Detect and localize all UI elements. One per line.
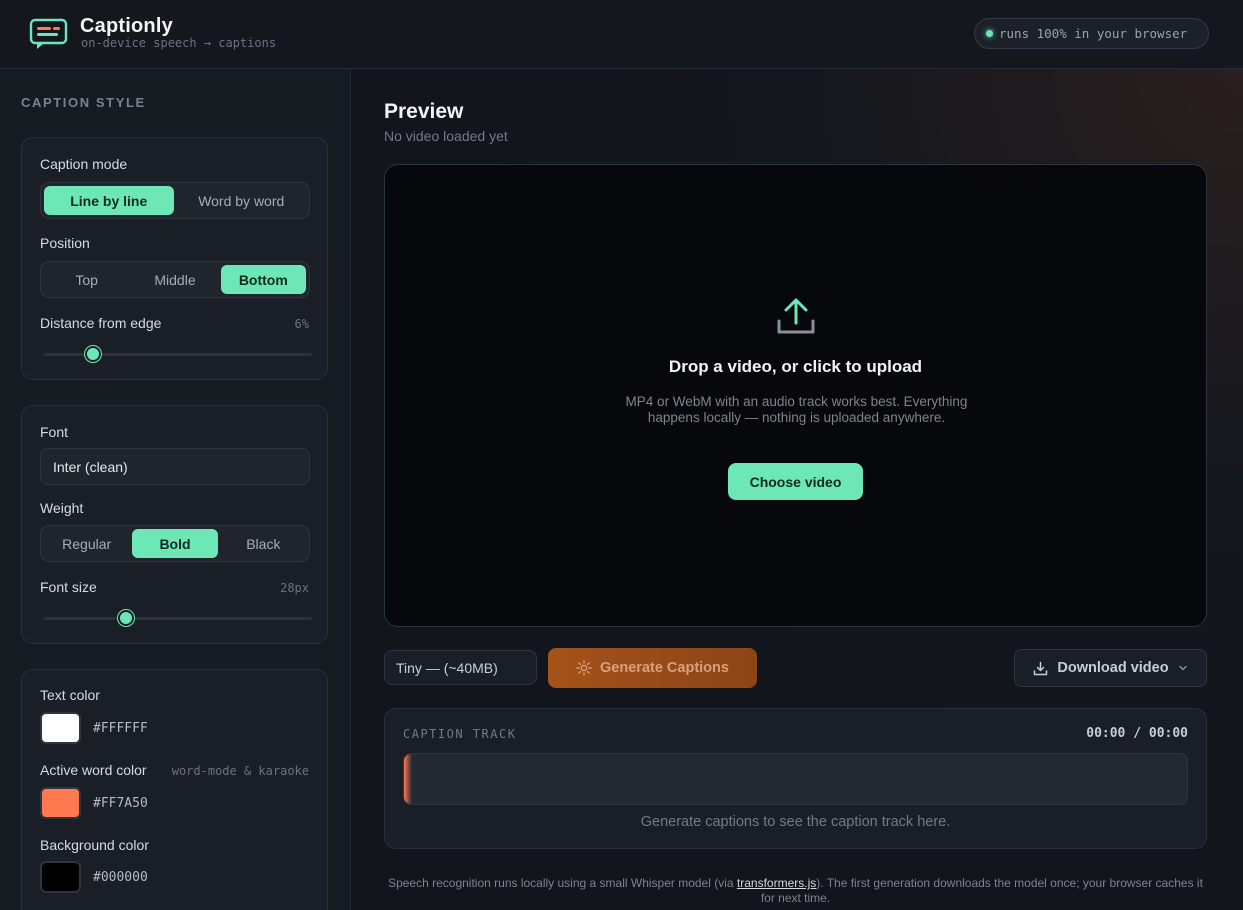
layout-card: Caption mode Line by line Word by word P… bbox=[21, 137, 328, 380]
distance-slider[interactable] bbox=[42, 344, 312, 364]
caption-track-title: CAPTION TRACK bbox=[403, 727, 517, 741]
local-badge-text: runs 100% in your browser bbox=[999, 26, 1188, 41]
active-word-color-swatch[interactable] bbox=[40, 787, 81, 819]
dropzone-description: MP4 or WebM with an audio track works be… bbox=[625, 394, 968, 425]
font-size-slider-track bbox=[44, 617, 312, 620]
font-size-slider-thumb[interactable] bbox=[118, 610, 134, 626]
position-middle[interactable]: Middle bbox=[132, 265, 217, 294]
footnote-text-before: Speech recognition runs locally using a … bbox=[388, 876, 737, 890]
text-color-swatch[interactable] bbox=[40, 712, 81, 744]
text-color-hex: #FFFFFF bbox=[93, 721, 148, 736]
weight-regular[interactable]: Regular bbox=[44, 529, 129, 558]
download-icon bbox=[1034, 661, 1048, 675]
caption-mode-toggle: Line by line Word by word bbox=[40, 182, 310, 219]
footnote: Speech recognition runs locally using a … bbox=[384, 876, 1207, 906]
sidebar-section-title: CAPTION STYLE bbox=[21, 95, 146, 110]
position-label: Position bbox=[40, 235, 90, 251]
active-word-color-label: Active word color bbox=[40, 762, 147, 778]
sidebar: CAPTION STYLE Caption mode Line by line … bbox=[0, 69, 351, 910]
text-color-label: Text color bbox=[40, 687, 100, 703]
weight-label: Weight bbox=[40, 500, 84, 516]
font-size-slider[interactable] bbox=[42, 608, 312, 628]
dropzone-title: Drop a video, or click to upload bbox=[668, 357, 923, 376]
sparkle-icon bbox=[576, 660, 592, 676]
background-color-hex: #000000 bbox=[93, 870, 148, 885]
font-select[interactable]: Inter (clean) bbox=[40, 448, 310, 485]
active-word-color-hint: word-mode & karaoke bbox=[171, 764, 309, 778]
choose-video-button[interactable]: Choose video bbox=[728, 463, 863, 500]
caption-mode-word-by-word[interactable]: Word by word bbox=[177, 186, 307, 215]
caption-track-card: CAPTION TRACK 00:00 / 00:00 Generate cap… bbox=[384, 708, 1207, 849]
video-dropzone[interactable]: Drop a video, or click to upload MP4 or … bbox=[384, 164, 1207, 627]
background-color-swatch[interactable] bbox=[40, 861, 81, 893]
download-video-label: Download video bbox=[1057, 660, 1169, 676]
preview-subtitle: No video loaded yet bbox=[384, 128, 508, 144]
weight-toggle: Regular Bold Black bbox=[40, 525, 310, 562]
caption-track-lane[interactable] bbox=[403, 753, 1188, 805]
font-label: Font bbox=[40, 424, 69, 440]
brand-tagline: on-device speech → captions bbox=[81, 36, 277, 50]
font-size-value: 28px bbox=[280, 581, 309, 595]
caption-track-empty-text: Generate captions to see the caption tra… bbox=[640, 814, 951, 830]
caption-bubble-icon bbox=[29, 18, 68, 49]
caption-track-time: 00:00 / 00:00 bbox=[1086, 726, 1188, 741]
footnote-text-after: ). The first generation downloads the mo… bbox=[760, 876, 1203, 905]
font-size-label: Font size bbox=[40, 579, 97, 595]
caption-mode-line-by-line[interactable]: Line by line bbox=[44, 186, 174, 215]
chevron-down-icon bbox=[1178, 665, 1187, 671]
caption-mode-label: Caption mode bbox=[40, 156, 128, 172]
position-toggle: Top Middle Bottom bbox=[40, 261, 310, 298]
main-panel: Preview No video loaded yet Drop a video… bbox=[351, 69, 1243, 910]
brand-title: Captionly bbox=[80, 15, 173, 37]
status-dot-icon bbox=[986, 30, 993, 37]
font-card: Font Inter (clean) Weight Regular Bold B… bbox=[21, 405, 328, 644]
generate-captions-label: Generate Captions bbox=[600, 660, 729, 676]
download-video-button[interactable]: Download video bbox=[1014, 649, 1207, 687]
active-word-color-hex: #FF7A50 bbox=[93, 796, 148, 811]
weight-bold[interactable]: Bold bbox=[132, 529, 218, 558]
upload-icon bbox=[777, 298, 815, 334]
generate-captions-button[interactable]: Generate Captions bbox=[548, 648, 757, 688]
model-select[interactable]: Tiny — (~40MB) bbox=[384, 650, 537, 685]
distance-value: 6% bbox=[294, 317, 309, 331]
preview-title: Preview bbox=[384, 100, 464, 123]
weight-black[interactable]: Black bbox=[221, 529, 306, 558]
playhead[interactable] bbox=[404, 754, 412, 804]
app-header: Captionly on-device speech → captions ru… bbox=[0, 0, 1243, 69]
distance-slider-thumb[interactable] bbox=[85, 346, 101, 362]
transformers-js-link[interactable]: transformers.js bbox=[737, 876, 816, 890]
local-badge: runs 100% in your browser bbox=[974, 18, 1209, 49]
distance-label: Distance from edge bbox=[40, 315, 162, 331]
position-top[interactable]: Top bbox=[44, 265, 129, 294]
background-color-label: Background color bbox=[40, 837, 149, 853]
position-bottom[interactable]: Bottom bbox=[220, 265, 306, 294]
color-card: Text color #FFFFFF Active word color wor… bbox=[21, 669, 328, 910]
